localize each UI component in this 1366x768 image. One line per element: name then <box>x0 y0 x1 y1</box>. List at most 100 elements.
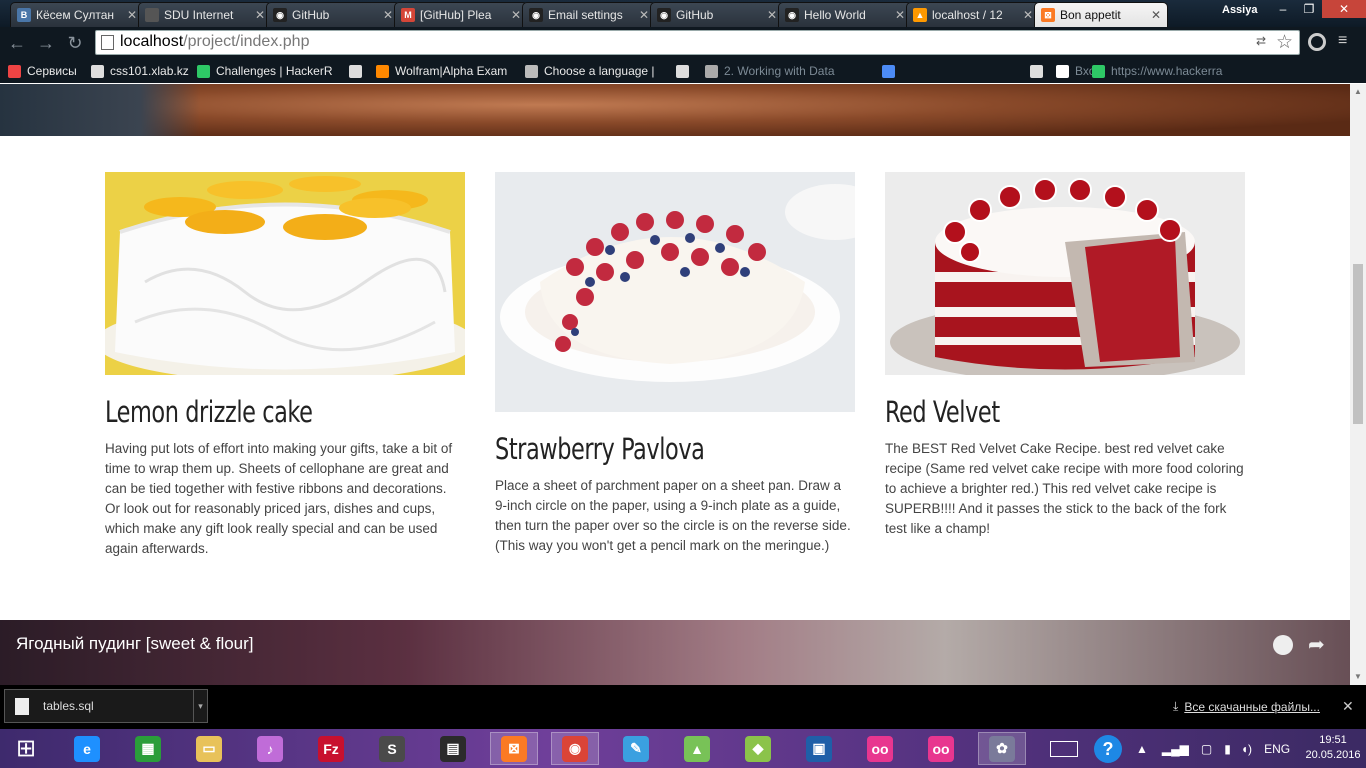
bookmark-item[interactable] <box>882 62 901 80</box>
taskbar-xampp[interactable]: ⊠ <box>490 732 538 765</box>
taskbar-sublime-text[interactable]: S <box>368 732 416 765</box>
tab-favicon-icon: ⊠ <box>1041 8 1055 22</box>
itunes-icon: ♪ <box>257 735 283 762</box>
video-title[interactable]: Ягодный пудинг [sweet & flour] <box>16 634 254 654</box>
system-clock[interactable]: 19:51 20.05.2016 <box>1305 733 1361 763</box>
flickr-icon: oo <box>867 735 893 762</box>
taskbar-android-studio[interactable]: ▲ <box>673 732 721 765</box>
download-menu-arrow[interactable]: ▾ <box>193 690 207 722</box>
keyboard-icon[interactable] <box>1050 740 1078 757</box>
minimize-button[interactable]: – <box>1270 0 1296 18</box>
bookmark-label: Challenges | HackerR <box>216 64 333 78</box>
bookmark-item[interactable] <box>1030 62 1049 80</box>
share-icon[interactable]: ➦ <box>1308 632 1325 657</box>
tab-title: [GitHub] Plea <box>420 8 492 22</box>
back-icon[interactable]: ← <box>6 32 28 54</box>
browser-tab[interactable]: ◉ GitHub ✕ <box>266 2 400 27</box>
browser-tab[interactable]: SDU Internet ✕ <box>138 2 272 27</box>
profile-name[interactable]: Assiya <box>1222 4 1257 16</box>
bookmark-item[interactable]: 2. Working with Data <box>705 62 835 80</box>
language-indicator[interactable]: ENG <box>1264 742 1290 756</box>
tab-title: GitHub <box>292 8 330 22</box>
bookmark-item[interactable]: https://www.hackerra <box>1092 62 1222 80</box>
taskbar-flickr-2[interactable]: oo <box>917 732 965 765</box>
bookmark-item[interactable] <box>349 62 368 80</box>
taskbar-virtualbox[interactable]: ▣ <box>795 732 843 765</box>
forward-icon[interactable]: → <box>35 32 57 54</box>
url-text[interactable]: localhost/project/index.php <box>120 33 309 51</box>
watch-later-icon[interactable] <box>1273 635 1293 655</box>
extension-icon[interactable] <box>1308 33 1326 51</box>
video-banner[interactable]: Ягодный пудинг [sweet & flour] ➦ <box>0 620 1350 685</box>
close-window-button[interactable]: ✕ <box>1322 0 1366 18</box>
bookmark-item[interactable] <box>676 62 695 80</box>
browser-tab[interactable]: M [GitHub] Plea ✕ <box>394 2 528 27</box>
bookmark-item[interactable]: Challenges | HackerR <box>197 62 333 80</box>
taskbar-store[interactable]: ▦ <box>124 732 172 765</box>
bookmark-item[interactable]: Сервисы <box>8 62 77 80</box>
recipe-title: Strawberry Pavlova <box>495 432 705 466</box>
chrome-icon: ◉ <box>562 735 588 762</box>
bookmark-favicon-icon <box>197 64 210 78</box>
tab-close-icon[interactable]: ✕ <box>255 8 265 22</box>
battery-icon[interactable]: ▮ <box>1224 742 1231 756</box>
taskbar-flickr[interactable]: oo <box>856 732 904 765</box>
bookmark-label: https://www.hackerra <box>1111 64 1223 78</box>
taskbar-file-explorer[interactable]: ▭ <box>185 732 233 765</box>
bookmark-label: css101.xlab.kz <box>110 64 189 78</box>
close-download-shelf-icon[interactable]: ✕ <box>1342 698 1354 715</box>
tab-title: SDU Internet <box>164 8 234 22</box>
internet-explorer-icon: e <box>74 735 100 762</box>
browser-tab[interactable]: ◉ Hello World ✕ <box>778 2 912 27</box>
download-item[interactable]: tables.sql ▾ <box>4 689 208 723</box>
tab-close-icon[interactable]: ✕ <box>895 8 905 22</box>
browser-tab[interactable]: ◉ Email settings ✕ <box>522 2 656 27</box>
translate-icon[interactable]: ⇄ <box>1256 34 1272 50</box>
page-scrollbar[interactable]: ▲ ▼ <box>1350 84 1366 685</box>
maximize-button[interactable]: ❐ <box>1296 0 1322 18</box>
paint-2-icon: ✿ <box>989 735 1015 762</box>
taskbar-itunes[interactable]: ♪ <box>246 732 294 765</box>
show-all-downloads-link[interactable]: ⤓ Все скачанные файлы... <box>1173 699 1320 714</box>
tab-close-icon[interactable]: ✕ <box>383 8 393 22</box>
taskbar-terminal[interactable]: ▤ <box>429 732 477 765</box>
scroll-thumb[interactable] <box>1353 264 1363 424</box>
bookmark-item[interactable]: Choose a language | <box>525 62 655 80</box>
browser-tab[interactable]: ⊠ Bon appetit ✕ <box>1034 2 1168 27</box>
bookmark-favicon-icon <box>349 64 362 78</box>
tab-close-icon[interactable]: ✕ <box>639 8 649 22</box>
hero-image-chocolate-cake <box>0 84 1350 136</box>
browser-tab[interactable]: ▲ localhost / 12 ✕ <box>906 2 1040 27</box>
bookmark-favicon-icon <box>525 64 538 78</box>
bookmark-star-icon[interactable]: ☆ <box>1276 31 1293 54</box>
taskbar-filezilla[interactable]: Fz <box>307 732 355 765</box>
recipe-description: The BEST Red Velvet Cake Recipe. best re… <box>885 441 1244 536</box>
help-icon[interactable]: ? <box>1094 734 1122 763</box>
taskbar-paint[interactable]: ✎ <box>612 732 660 765</box>
sublime-text-icon: S <box>379 735 405 762</box>
reload-icon[interactable]: ↻ <box>64 32 86 54</box>
tab-close-icon[interactable]: ✕ <box>127 8 137 22</box>
tab-close-icon[interactable]: ✕ <box>1023 8 1033 22</box>
taskbar-internet-explorer[interactable]: e <box>63 732 111 765</box>
taskbar-paint-2[interactable]: ✿ <box>978 732 1026 765</box>
signal-icon[interactable]: ▂▄▆ <box>1162 742 1189 756</box>
bookmark-item[interactable]: Wolfram|Alpha Exam <box>376 62 507 80</box>
scroll-down-arrow[interactable]: ▼ <box>1354 672 1362 681</box>
bookmark-item[interactable]: css101.xlab.kz <box>91 62 189 80</box>
file-explorer-icon: ▭ <box>196 735 222 762</box>
taskbar-android-sdk[interactable]: ◆ <box>734 732 782 765</box>
browser-tab[interactable]: В Кёсем Султан ✕ <box>10 2 144 27</box>
tab-close-icon[interactable]: ✕ <box>1151 8 1161 22</box>
taskbar-start[interactable]: ⊞ <box>2 732 50 765</box>
browser-tab[interactable]: ◉ GitHub ✕ <box>650 2 784 27</box>
scroll-up-arrow[interactable]: ▲ <box>1354 87 1362 96</box>
tab-favicon-icon: M <box>401 8 415 22</box>
volume-icon[interactable]: ◖) <box>1241 742 1252 756</box>
notification-icon[interactable]: ▢ <box>1201 742 1212 756</box>
taskbar-chrome[interactable]: ◉ <box>551 732 599 765</box>
tab-close-icon[interactable]: ✕ <box>511 8 521 22</box>
tray-expand-icon[interactable]: ▲ <box>1136 742 1148 756</box>
tab-close-icon[interactable]: ✕ <box>767 8 777 22</box>
chrome-menu-icon[interactable]: ≡ <box>1338 32 1347 50</box>
